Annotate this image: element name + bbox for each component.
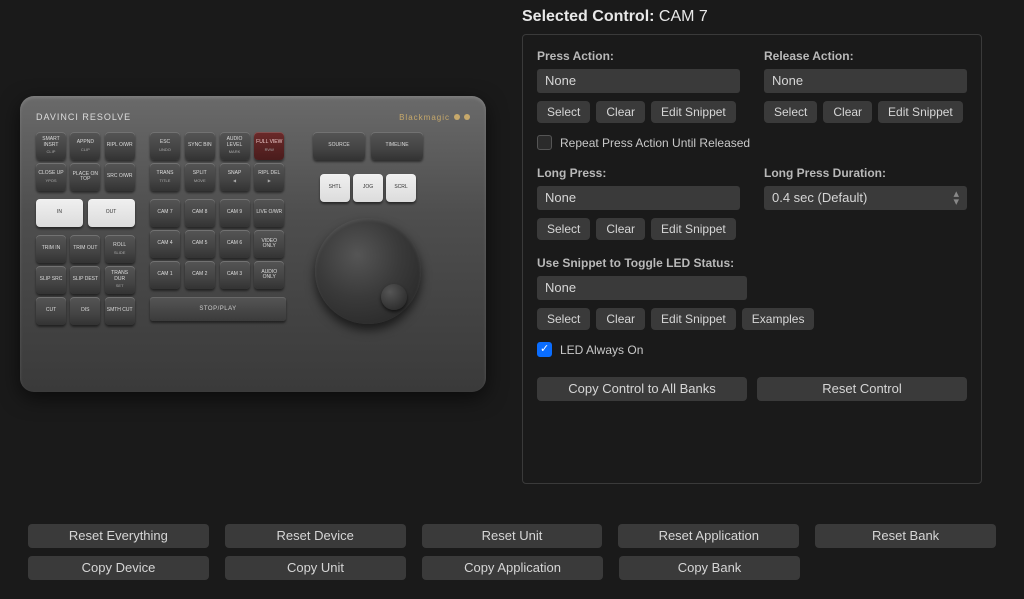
led-always-on-label: LED Always On [560,343,643,357]
release-clear-button[interactable]: Clear [823,101,872,123]
hw-key-roll[interactable]: ROLLSLIDE [105,235,135,263]
hw-key-shtl[interactable]: SHTL [320,174,350,202]
hw-key-full-view[interactable]: FULL VIEWRVW [254,132,284,160]
press-action-label: Press Action: [537,49,740,63]
hw-key-snap[interactable]: SNAP◀ [220,163,250,191]
hw-key-cam-9[interactable]: CAM 9 [220,199,250,227]
hw-key-smth-cut[interactable]: SMTH CUT [105,297,135,325]
long-press-field[interactable]: None [537,186,740,210]
reset-unit-button[interactable]: Reset Unit [422,524,603,548]
hw-key-audio-level[interactable]: AUDIO LEVELMARK [220,132,250,160]
press-action-field[interactable]: None [537,69,740,93]
hw-key-cam-4[interactable]: CAM 4 [150,230,180,258]
led-edit-button[interactable]: Edit Snippet [651,308,736,330]
hw-key-trans-dur[interactable]: TRANS DURSET [105,266,135,294]
hw-key-slip-src[interactable]: SLIP SRC [36,266,66,294]
hw-key-live-o-wr[interactable]: LIVE O/WR [254,199,284,227]
hw-key-appnd[interactable]: APPNDCLIP [70,132,100,160]
hw-key-dis[interactable]: DIS [70,297,100,325]
hw-key-esc[interactable]: ESCUNDO [150,132,180,160]
hw-key-sync-bin[interactable]: SYNC BIN [185,132,215,160]
led-select-button[interactable]: Select [537,308,590,330]
bottom-row-2: Copy Device Copy Unit Copy Application C… [28,556,800,580]
hardware-panel: DAVINCI RESOLVE Blackmagic SMART INSRTCL… [20,96,486,392]
release-action-label: Release Action: [764,49,967,63]
hw-key-cam-2[interactable]: CAM 2 [185,261,215,289]
copy-device-button[interactable]: Copy Device [28,556,209,580]
repeat-press-checkbox[interactable] [537,135,552,150]
stop-play-bar[interactable]: STOP/PLAY [150,297,286,321]
hw-maker-logo: Blackmagic [399,113,470,122]
hw-key-cam-7[interactable]: CAM 7 [150,199,180,227]
hw-key-slip-dest[interactable]: SLIP DEST [70,266,100,294]
hw-key-src-o-wr[interactable]: SRC O/WR [105,163,135,191]
hw-key-scrl[interactable]: SCRL [386,174,416,202]
long-press-label: Long Press: [537,166,740,180]
hw-key-timeline[interactable]: TIMELINE [371,132,423,160]
led-always-on-checkbox[interactable] [537,342,552,357]
hw-key-cam-8[interactable]: CAM 8 [185,199,215,227]
selected-control-name: CAM 7 [659,8,708,25]
hw-key-cut[interactable]: CUT [36,297,66,325]
hw-key-place-on-top[interactable]: PLACE ON TOP [70,163,100,191]
longpress-edit-button[interactable]: Edit Snippet [651,218,736,240]
chevron-updown-icon: ▴▾ [953,190,959,206]
press-edit-button[interactable]: Edit Snippet [651,101,736,123]
led-clear-button[interactable]: Clear [596,308,645,330]
jog-wheel[interactable] [315,218,421,324]
hw-key-trim-in[interactable]: TRIM IN [36,235,66,263]
repeat-press-label: Repeat Press Action Until Released [560,136,750,150]
hw-key-jog[interactable]: JOG [353,174,383,202]
press-select-button[interactable]: Select [537,101,590,123]
longpress-clear-button[interactable]: Clear [596,218,645,240]
hw-key-in[interactable]: IN [36,199,83,227]
reset-device-button[interactable]: Reset Device [225,524,406,548]
hw-key-trans[interactable]: TRANSTITLE [150,163,180,191]
reset-application-button[interactable]: Reset Application [618,524,799,548]
hw-key-smart-insrt[interactable]: SMART INSRTCLIP [36,132,66,160]
hw-key-out[interactable]: OUT [88,199,135,227]
copy-control-all-banks-button[interactable]: Copy Control to All Banks [537,377,747,401]
release-action-field[interactable]: None [764,69,967,93]
release-select-button[interactable]: Select [764,101,817,123]
press-clear-button[interactable]: Clear [596,101,645,123]
hw-key-cam-6[interactable]: CAM 6 [220,230,250,258]
long-press-duration-select[interactable]: 0.4 sec (Default) ▴▾ [764,186,967,210]
hw-key-trim-out[interactable]: TRIM OUT [70,235,100,263]
hw-key-close-up[interactable]: CLOSE UPYPOS [36,163,66,191]
longpress-select-button[interactable]: Select [537,218,590,240]
hw-key-source[interactable]: SOURCE [313,132,365,160]
release-edit-button[interactable]: Edit Snippet [878,101,963,123]
hw-key-cam-1[interactable]: CAM 1 [150,261,180,289]
led-snippet-field[interactable]: None [537,276,747,300]
hw-key-ripl-o-wr[interactable]: RIPL O/WR [105,132,135,160]
hw-brand: DAVINCI RESOLVE [36,112,131,122]
panel-title: Selected Control: CAM 7 [522,8,982,26]
long-press-duration-label: Long Press Duration: [764,166,967,180]
copy-application-button[interactable]: Copy Application [422,556,603,580]
hw-key-split[interactable]: SPLITMOVE [185,163,215,191]
hw-key-cam-5[interactable]: CAM 5 [185,230,215,258]
logo-dot-icon [454,114,460,120]
copy-unit-button[interactable]: Copy Unit [225,556,406,580]
copy-bank-button[interactable]: Copy Bank [619,556,800,580]
hw-key-cam-3[interactable]: CAM 3 [220,261,250,289]
hw-key-video-only[interactable]: VIDEO ONLY [254,230,284,258]
led-label: Use Snippet to Toggle LED Status: [537,256,967,270]
hw-key-audio-only[interactable]: AUDIO ONLY [254,261,284,289]
reset-control-button[interactable]: Reset Control [757,377,967,401]
led-examples-button[interactable]: Examples [742,308,815,330]
hw-key-ripl-del[interactable]: RIPL DEL▶ [254,163,284,191]
logo-dot-icon [464,114,470,120]
reset-bank-button[interactable]: Reset Bank [815,524,996,548]
reset-everything-button[interactable]: Reset Everything [28,524,209,548]
